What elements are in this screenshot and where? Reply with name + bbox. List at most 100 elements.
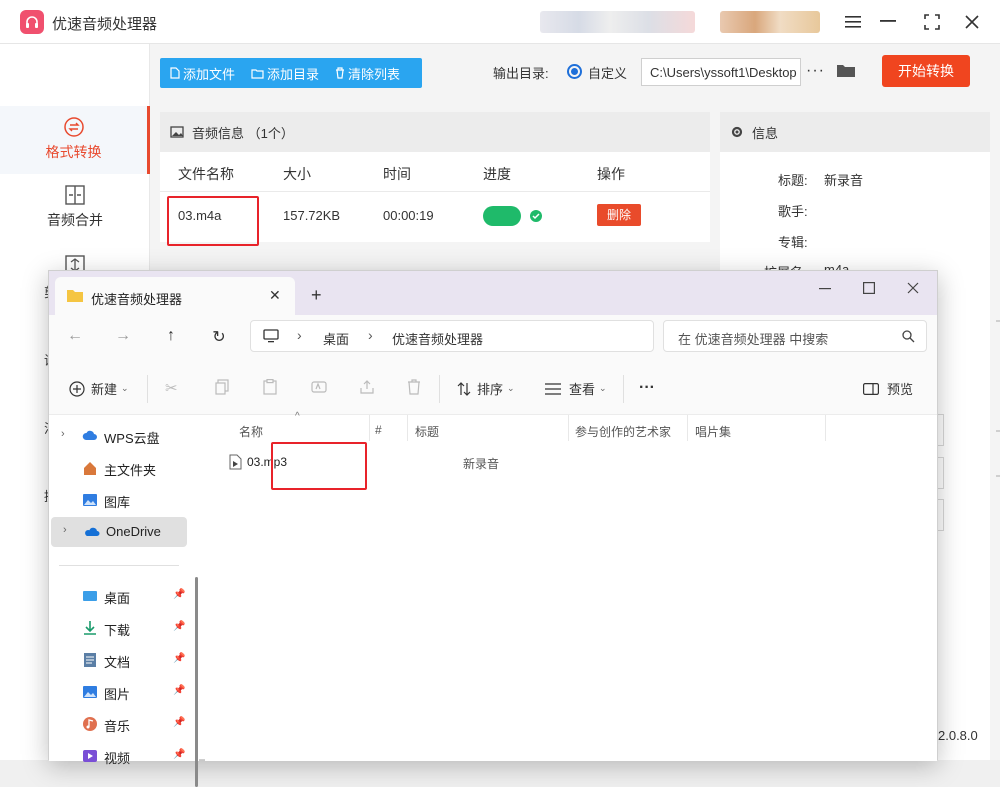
tab-close-icon[interactable]: ✕ bbox=[269, 287, 281, 304]
pin-icon[interactable]: 📌 bbox=[173, 621, 185, 632]
progress-bar bbox=[483, 206, 521, 226]
explorer-minimize-icon[interactable] bbox=[819, 281, 831, 297]
up-arrow-icon[interactable]: ↑ bbox=[161, 327, 181, 345]
column-divider[interactable] bbox=[407, 415, 408, 441]
sidebar-item-format-convert[interactable]: 格式转换 bbox=[0, 106, 150, 174]
info-input[interactable] bbox=[938, 414, 944, 446]
highlight-box bbox=[271, 442, 367, 490]
delete-icon[interactable] bbox=[407, 379, 421, 395]
open-folder-icon[interactable] bbox=[836, 62, 856, 81]
share-icon[interactable] bbox=[359, 379, 375, 395]
command-divider bbox=[623, 375, 624, 403]
nav-item-home[interactable]: 主文件夹 bbox=[49, 453, 187, 483]
clear-list-button[interactable]: 清除列表 bbox=[325, 64, 406, 83]
nav-item-wps-cloud[interactable]: › WPS云盘 bbox=[49, 421, 187, 451]
add-directory-label: 添加目录 bbox=[267, 66, 320, 82]
preview-pane-button[interactable]: 预览 bbox=[863, 379, 913, 398]
rename-icon[interactable] bbox=[311, 379, 327, 395]
view-label: 查看 bbox=[569, 382, 596, 397]
new-label: 新建 bbox=[91, 382, 118, 397]
info-panel-header: 信息 bbox=[720, 112, 990, 152]
nav-item-label: 图片 bbox=[104, 687, 131, 702]
quick-access-desktop[interactable]: 桌面 📌 bbox=[49, 581, 187, 611]
pin-icon[interactable]: 📌 bbox=[173, 589, 185, 600]
pictures-icon bbox=[83, 686, 97, 698]
column-divider[interactable] bbox=[369, 415, 370, 441]
explorer-close-icon[interactable] bbox=[907, 281, 919, 297]
cut-icon[interactable]: ✂ bbox=[165, 379, 178, 397]
forward-arrow-icon[interactable]: → bbox=[113, 327, 133, 345]
breadcrumb-item[interactable]: 桌面 bbox=[323, 329, 349, 348]
start-convert-button[interactable]: 开始转换 bbox=[882, 55, 970, 87]
nav-item-gallery[interactable]: 图库 bbox=[49, 485, 187, 515]
nav-scrollbar[interactable] bbox=[195, 577, 198, 787]
column-header: 大小 bbox=[283, 166, 311, 182]
column-header-album[interactable]: 唱片集 bbox=[695, 423, 731, 440]
computer-icon bbox=[263, 329, 279, 343]
info-input[interactable] bbox=[938, 499, 944, 531]
column-divider[interactable] bbox=[568, 415, 569, 441]
add-directory-button[interactable]: 添加目录 bbox=[241, 64, 325, 83]
add-file-label: 添加文件 bbox=[183, 66, 236, 82]
quick-access-videos[interactable]: 视频 📌 bbox=[49, 741, 187, 771]
explorer-tab[interactable]: 优速音频处理器 ✕ bbox=[55, 277, 295, 315]
search-input[interactable]: 在 优速音频处理器 中搜索 bbox=[663, 320, 927, 352]
sidebar-item-audio-merge[interactable]: 音频合并 bbox=[0, 174, 150, 242]
image-icon bbox=[170, 126, 184, 138]
quick-access-music[interactable]: 音乐 📌 bbox=[49, 709, 187, 739]
sidebar-item-label: 格式转换 bbox=[45, 144, 102, 160]
paste-icon[interactable] bbox=[263, 379, 277, 395]
pin-icon[interactable]: 📌 bbox=[173, 749, 185, 760]
explorer-maximize-icon[interactable] bbox=[863, 281, 876, 297]
audio-file-icon bbox=[229, 454, 242, 470]
menu-icon[interactable] bbox=[841, 10, 865, 34]
custom-dir-label[interactable]: 自定义 bbox=[588, 63, 627, 82]
quick-access-downloads[interactable]: 下载 📌 bbox=[49, 613, 187, 643]
column-divider[interactable] bbox=[687, 415, 688, 441]
file-list-pane: ^ 名称 # 标题 参与创作的艺术家 唱片集 03.mp3 新录音 bbox=[205, 411, 937, 761]
quick-access-documents[interactable]: 文档 📌 bbox=[49, 645, 187, 675]
close-icon[interactable] bbox=[960, 10, 984, 34]
minimize-icon[interactable] bbox=[876, 10, 900, 34]
column-header-title[interactable]: 标题 bbox=[415, 423, 439, 440]
pin-icon[interactable]: 📌 bbox=[173, 653, 185, 664]
new-button[interactable]: 新建 ⌄ bbox=[69, 379, 129, 398]
new-tab-button[interactable]: + bbox=[311, 285, 322, 306]
nav-item-onedrive[interactable]: › OneDrive bbox=[51, 517, 187, 547]
chevron-right-icon[interactable]: › bbox=[61, 428, 65, 440]
folder-icon bbox=[251, 68, 264, 79]
quick-access-pictures[interactable]: 图片 📌 bbox=[49, 677, 187, 707]
more-options-button[interactable]: ··· bbox=[639, 379, 655, 397]
app-title: 优速音频处理器 bbox=[52, 16, 158, 33]
column-header-name[interactable]: 名称 bbox=[239, 423, 263, 440]
custom-dir-radio[interactable] bbox=[567, 64, 582, 79]
back-arrow-icon[interactable]: ← bbox=[65, 327, 85, 345]
gallery-icon bbox=[83, 494, 97, 506]
pin-icon[interactable]: 📌 bbox=[173, 685, 185, 696]
breadcrumb-item[interactable]: 优速音频处理器 bbox=[392, 329, 483, 348]
nav-item-label: WPS云盘 bbox=[104, 431, 160, 446]
column-divider[interactable] bbox=[825, 415, 826, 441]
refresh-icon[interactable]: ↻ bbox=[209, 327, 229, 347]
nav-item-label: 音乐 bbox=[104, 719, 131, 734]
copy-icon[interactable] bbox=[215, 379, 229, 395]
address-field[interactable]: › 桌面 › 优速音频处理器 bbox=[250, 320, 654, 352]
info-input[interactable] bbox=[938, 457, 944, 489]
chevron-right-icon[interactable]: › bbox=[63, 524, 67, 536]
view-button[interactable]: 查看 ⌄ bbox=[545, 379, 607, 398]
download-icon bbox=[84, 621, 96, 635]
pin-icon[interactable]: 📌 bbox=[173, 717, 185, 728]
delete-button[interactable]: 删除 bbox=[597, 204, 641, 226]
sort-button[interactable]: 排序 ⌄ bbox=[457, 379, 515, 398]
output-path-field[interactable]: C:\Users\yssoft1\Desktop bbox=[641, 58, 801, 86]
column-header-artist[interactable]: 参与创作的艺术家 bbox=[575, 423, 671, 440]
browse-more-button[interactable]: ··· bbox=[806, 62, 825, 80]
title-bar: 优速音频处理器 bbox=[0, 0, 1000, 44]
file-explorer-window: 优速音频处理器 ✕ + ← → ↑ ↻ › 桌面 › 优速音频处理器 在 优速音… bbox=[48, 270, 938, 787]
column-header-number[interactable]: # bbox=[375, 423, 382, 437]
nav-item-label: 主文件夹 bbox=[104, 463, 157, 478]
maximize-icon[interactable] bbox=[920, 10, 944, 34]
row-divider bbox=[160, 191, 710, 192]
audio-info-panel: 音频信息 （1个） 文件名称 大小 时间 进度 操作 03.m4a 157.72… bbox=[160, 112, 710, 246]
add-file-button[interactable]: 添加文件 bbox=[160, 64, 241, 83]
